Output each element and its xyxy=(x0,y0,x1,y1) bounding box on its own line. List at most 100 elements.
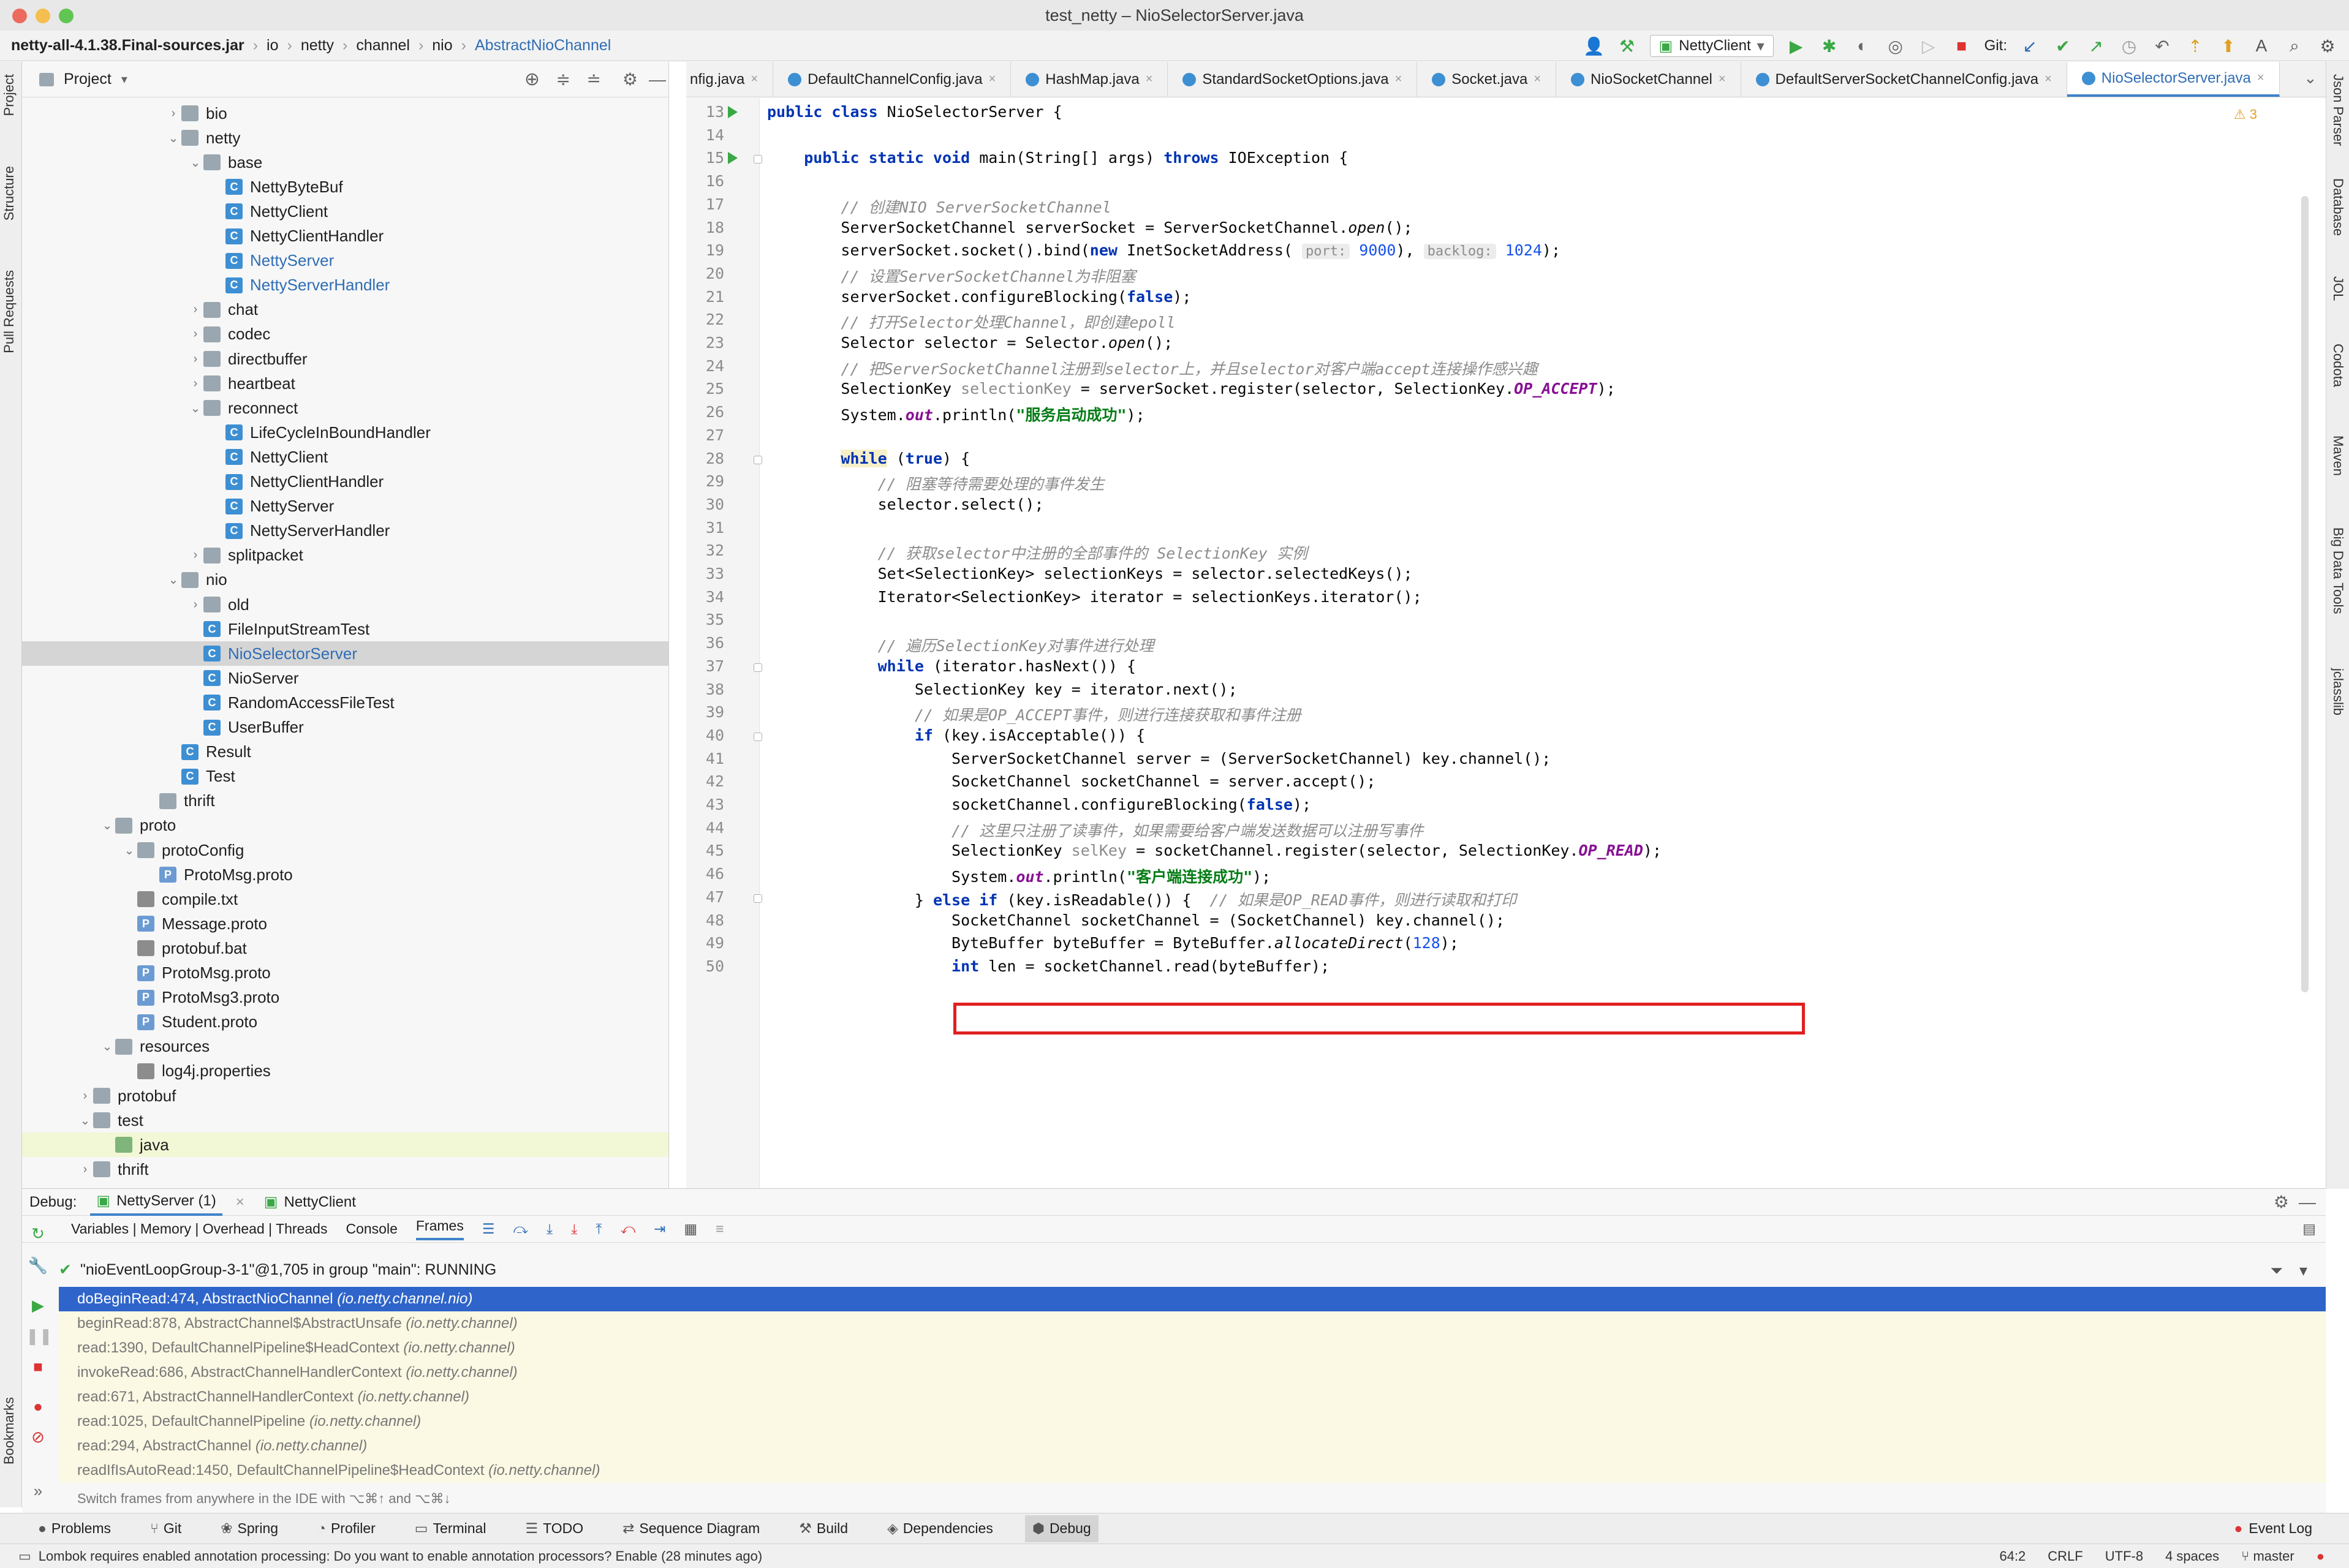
line-number[interactable]: 32 xyxy=(686,541,724,559)
run-config-selector[interactable]: ▣ NettyClient ▾ xyxy=(1649,35,1774,57)
close-icon[interactable]: × xyxy=(751,72,758,86)
line-number[interactable]: 28 xyxy=(686,450,724,467)
breadcrumb-class[interactable]: AbstractNioChannel xyxy=(475,37,611,55)
tool-tab-git[interactable]: ⑂ Git xyxy=(143,1515,189,1542)
subtab-console[interactable]: Console xyxy=(346,1221,397,1237)
git-commit-icon[interactable]: ✔ xyxy=(2052,36,2073,56)
chevron-right-icon[interactable]: › xyxy=(187,598,203,612)
resume-program-icon[interactable]: ▶ xyxy=(26,1296,50,1315)
line-number[interactable]: 13 xyxy=(686,103,724,121)
jclasslib-tool-tab[interactable]: jclasslib xyxy=(2330,668,2346,715)
tool-tab-sequence-diagram[interactable]: ⇄ Sequence Diagram xyxy=(615,1515,767,1542)
thread-selector[interactable]: ✔ "nioEventLoopGroup-3-1"@1,705 in group… xyxy=(59,1256,496,1283)
editor-tab[interactable]: nfig.java × xyxy=(686,62,774,97)
line-number[interactable]: 38 xyxy=(686,680,724,698)
run-gutter-icon[interactable] xyxy=(728,106,738,118)
tree-item[interactable]: ⌄ nio xyxy=(165,568,227,592)
layout-icon[interactable]: ▭ xyxy=(18,1548,31,1564)
step-out-icon[interactable]: ⤒ xyxy=(596,1221,602,1237)
line-number[interactable]: 42 xyxy=(686,772,724,790)
caret-position[interactable]: 64:2 xyxy=(1999,1548,2026,1564)
editor-tab[interactable]: NioSocketChannel × xyxy=(1556,62,1741,97)
tool-tab-terminal[interactable]: ▭ Terminal xyxy=(407,1515,494,1542)
code-line[interactable]: // 遍历SelectionKey对事件进行处理 xyxy=(767,634,1154,656)
line-number[interactable]: 21 xyxy=(686,288,724,306)
line-number[interactable]: 27 xyxy=(686,426,724,444)
code-line[interactable]: while (iterator.hasNext()) { xyxy=(767,657,1136,675)
jol-tool-tab[interactable]: JOL xyxy=(2330,276,2346,301)
resume-icon[interactable]: ▷ xyxy=(1918,36,1939,56)
tree-item[interactable]: C NettyClientHandler xyxy=(210,224,384,249)
code-line[interactable]: int len = socketChannel.read(byteBuffer)… xyxy=(767,957,1330,975)
tool-tab-build[interactable]: ⚒ Build xyxy=(792,1515,855,1542)
code-line[interactable]: ServerSocketChannel server = (ServerSock… xyxy=(767,750,1551,767)
line-number[interactable]: 37 xyxy=(686,657,724,675)
tree-item[interactable]: ⌄ test xyxy=(77,1108,143,1133)
tree-item[interactable]: P ProtoMsg.proto xyxy=(121,961,271,986)
stop-icon[interactable]: ■ xyxy=(1951,36,1972,56)
code-line[interactable]: SelectionKey key = iterator.next(); xyxy=(767,680,1238,698)
tree-item[interactable]: thrift xyxy=(143,789,215,813)
code-line[interactable]: ByteBuffer byteBuffer = ByteBuffer.alloc… xyxy=(767,934,1459,952)
chevron-down-icon[interactable]: ▾ xyxy=(2299,1261,2307,1280)
code-line[interactable]: SocketChannel socketChannel = server.acc… xyxy=(767,772,1375,790)
code-line[interactable]: // 阻塞等待需要处理的事件发生 xyxy=(767,472,1105,494)
git-branch[interactable]: ⑂ master xyxy=(2241,1548,2294,1564)
stack-frame[interactable]: read:671, AbstractChannelHandlerContext … xyxy=(59,1385,2326,1409)
stack-frame[interactable]: doBeginRead:474, AbstractNioChannel (io.… xyxy=(59,1287,2326,1311)
tree-item[interactable]: › splitpacket xyxy=(187,543,303,568)
chevron-right-icon[interactable]: › xyxy=(187,327,203,341)
line-number[interactable]: 44 xyxy=(686,819,724,837)
close-icon[interactable]: × xyxy=(2257,71,2264,85)
chevron-down-icon[interactable]: ⌄ xyxy=(121,843,137,858)
editor-tab[interactable]: Socket.java × xyxy=(1417,62,1557,97)
breadcrumb-channel[interactable]: channel xyxy=(356,37,410,55)
tree-item[interactable]: C NettyClient xyxy=(210,445,328,469)
line-number[interactable]: 16 xyxy=(686,172,724,190)
line-number[interactable]: 23 xyxy=(686,334,724,352)
code-line[interactable]: public static void main(String[] args) t… xyxy=(767,149,1348,167)
editor-scrollbar[interactable] xyxy=(2301,196,2309,992)
editor-tab[interactable]: DefaultServerSocketChannelConfig.java × xyxy=(1741,62,2067,97)
tree-item[interactable]: C NettyClient xyxy=(210,199,328,224)
line-number[interactable]: 33 xyxy=(686,565,724,582)
code-line[interactable]: // 获取selector中注册的全部事件的 SelectionKey 实例 xyxy=(767,541,1307,564)
tree-item[interactable]: C NettyByteBuf xyxy=(210,175,343,199)
tree-item[interactable]: ⌄ proto xyxy=(99,813,176,838)
layout-icon[interactable]: ▤ xyxy=(2302,1221,2316,1237)
tree-item[interactable]: › directbuffer xyxy=(187,347,308,371)
file-encoding[interactable]: UTF-8 xyxy=(2105,1548,2143,1564)
tree-item[interactable]: ⌄ resources xyxy=(99,1035,210,1059)
code-line[interactable]: // 创建NIO ServerSocketChannel xyxy=(767,195,1111,217)
code-editor[interactable]: 13 14 15 16 17 18 19 20 21 22 23 24 25 26 27 28 29 30 31 32… xyxy=(686,98,2312,1188)
chevron-down-icon[interactable]: ⌄ xyxy=(165,130,181,146)
chevron-down-icon[interactable]: ⌄ xyxy=(187,401,203,416)
stop-icon[interactable]: ■ xyxy=(26,1357,50,1376)
tree-item[interactable]: java xyxy=(22,1133,668,1158)
breadcrumb-nio[interactable]: nio xyxy=(432,37,452,55)
tool-tab-spring[interactable]: ❀ Spring xyxy=(213,1515,286,1542)
stack-frame[interactable]: read:1390, DefaultChannelPipeline$HeadCo… xyxy=(59,1336,2326,1360)
code-line[interactable]: serverSocket.socket().bind(new InetSocke… xyxy=(767,241,1560,260)
breadcrumb-io[interactable]: io xyxy=(267,37,278,55)
code-line[interactable]: public class NioSelectorServer { xyxy=(767,103,1062,121)
tool-tab-problems[interactable]: ● Problems xyxy=(31,1515,118,1542)
tree-item[interactable]: P Message.proto xyxy=(121,911,267,936)
stack-frame[interactable]: read:294, AbstractChannel (io.netty.chan… xyxy=(59,1434,2326,1458)
stack-frame[interactable]: readIfIsAutoRead:1450, DefaultChannelPip… xyxy=(59,1458,2326,1483)
code-line[interactable]: System.out.println("客户端连接成功"); xyxy=(767,865,1271,887)
line-number[interactable]: 35 xyxy=(686,611,724,628)
stack-frame[interactable]: invokeRead:686, AbstractChannelHandlerCo… xyxy=(59,1360,2326,1385)
event-log-tab[interactable]: ● Event Log xyxy=(2234,1513,2313,1544)
chevron-down-icon[interactable]: ⌄ xyxy=(99,1039,115,1054)
indent-setting[interactable]: 4 spaces xyxy=(2165,1548,2219,1564)
code-line[interactable]: // 设置ServerSocketChannel为非阻塞 xyxy=(767,265,1135,287)
code-line[interactable]: if (key.isAcceptable()) { xyxy=(767,726,1145,744)
code-line[interactable]: // 如果是OP_ACCEPT事件，则进行连接获取和事件注册 xyxy=(767,703,1301,725)
close-icon[interactable]: × xyxy=(1719,72,1726,86)
close-icon[interactable]: × xyxy=(236,1194,244,1211)
fold-icon[interactable] xyxy=(754,663,762,672)
line-number[interactable]: 50 xyxy=(686,957,724,975)
tree-item[interactable]: C NettyServerHandler xyxy=(210,519,390,543)
pull-requests-tool-tab[interactable]: Pull Requests xyxy=(1,270,17,353)
